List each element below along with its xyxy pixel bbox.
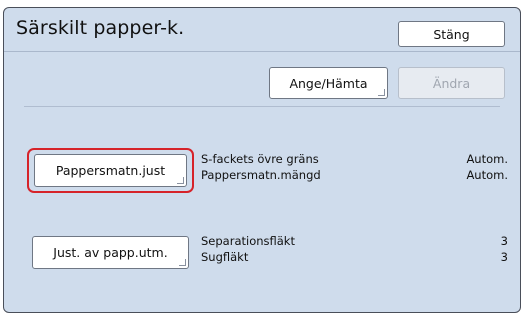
close-button[interactable]: Stäng bbox=[398, 21, 505, 47]
set-get-button[interactable]: Ange/Hämta bbox=[269, 67, 388, 99]
page-title: Särskilt papper-k. bbox=[16, 17, 185, 39]
setting-value-feed-tray-upper-limit: Autom. bbox=[466, 152, 508, 166]
paper-eject-adjust-button-label: Just. av papp.utm. bbox=[53, 245, 168, 260]
paper-eject-adjust-button[interactable]: Just. av papp.utm. bbox=[32, 236, 189, 269]
divider bbox=[24, 106, 500, 107]
paper-feed-adjust-button[interactable]: Pappersmatn.just bbox=[34, 154, 187, 187]
corner-marker-icon bbox=[177, 177, 184, 184]
close-button-label: Stäng bbox=[433, 26, 470, 42]
selection-outline: Pappersmatn.just bbox=[27, 148, 194, 193]
change-button-label: Ändra bbox=[432, 75, 471, 91]
paper-feed-adjust-button-label: Pappersmatn.just bbox=[55, 163, 166, 178]
set-get-button-label: Ange/Hämta bbox=[289, 75, 368, 91]
setting-label-feed-amount: Pappersmatn.mängd bbox=[201, 168, 321, 182]
setting-label-feed-tray-upper-limit: S-fackets övre gräns bbox=[201, 152, 319, 166]
setting-label-suction-fan: Sugfläkt bbox=[201, 250, 249, 264]
corner-marker-icon bbox=[179, 259, 186, 266]
corner-marker-icon bbox=[378, 89, 385, 96]
setting-value-separation-fan: 3 bbox=[500, 234, 508, 248]
change-button[interactable]: Ändra bbox=[398, 67, 505, 99]
setting-label-separation-fan: Separationsfläkt bbox=[201, 234, 295, 248]
special-paper-dialog: Särskilt papper-k. Stäng Ange/Hämta Ändr… bbox=[3, 7, 521, 313]
setting-value-feed-amount: Autom. bbox=[466, 168, 508, 182]
dialog-header: Särskilt papper-k. Stäng bbox=[4, 8, 520, 52]
setting-value-suction-fan: 3 bbox=[500, 250, 508, 264]
